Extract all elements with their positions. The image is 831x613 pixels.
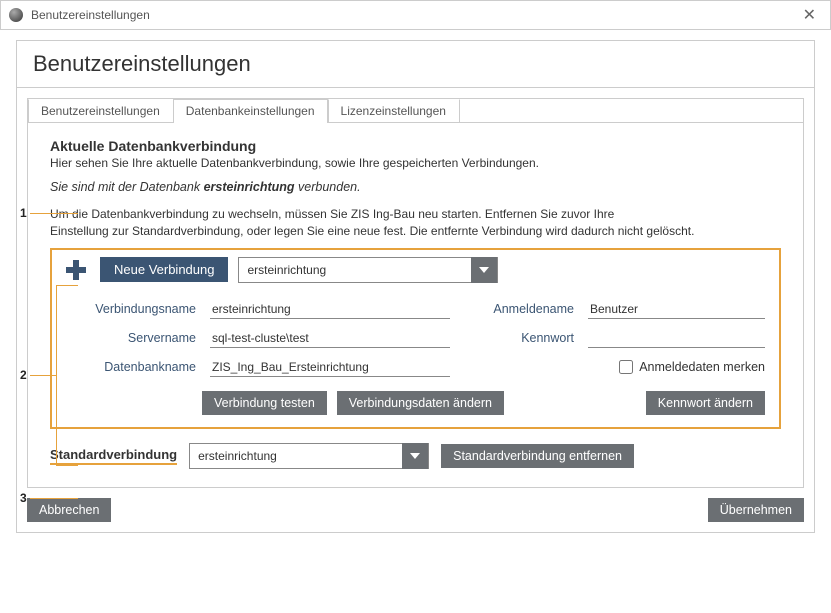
add-connection-button[interactable] — [62, 256, 90, 284]
tab-user-settings[interactable]: Benutzereinstellungen — [28, 99, 173, 122]
help-text: Um die Datenbankverbindung zu wechseln, … — [50, 206, 781, 240]
tab-strip: Benutzereinstellungen Datenbankeinstellu… — [28, 99, 803, 123]
remember-credentials-checkbox[interactable] — [619, 360, 633, 374]
new-connection-button[interactable]: Neue Verbindung — [100, 257, 228, 282]
status-post: verbunden. — [295, 180, 361, 194]
connection-dropdown-value: ersteinrichtung — [239, 263, 471, 277]
connection-form: Verbindungsname ersteinrichtung Anmelden… — [62, 290, 769, 381]
section-desc: Hier sehen Sie Ihre aktuelle Datenbankve… — [50, 156, 781, 170]
titlebar-text: Benutzereinstellungen — [31, 8, 797, 22]
value-servername: sql-test-cluste\test — [210, 329, 450, 348]
cancel-button[interactable]: Abbrechen — [27, 498, 111, 522]
edit-connection-button[interactable]: Verbindungsdaten ändern — [337, 391, 504, 415]
standard-connection-value: ersteinrichtung — [190, 449, 402, 463]
status-dbname: ersteinrichtung — [204, 180, 295, 194]
page-title: Benutzereinstellungen — [33, 51, 798, 77]
callout-1-line — [30, 213, 78, 214]
close-icon[interactable]: ✕ — [797, 5, 822, 25]
connection-box: Neue Verbindung ersteinrichtung Verbindu… — [50, 248, 781, 429]
callout-1: 1 — [20, 206, 27, 220]
connbox-head: Neue Verbindung ersteinrichtung — [62, 250, 769, 290]
callout-2: 2 — [20, 368, 27, 382]
standard-connection-dropdown[interactable]: ersteinrichtung — [189, 443, 429, 469]
label-verbindungsname: Verbindungsname — [66, 302, 196, 316]
callout-2-line-top — [56, 285, 78, 286]
header-band: Benutzereinstellungen — [17, 41, 814, 88]
callout-2-line-h — [30, 375, 56, 376]
tab-body: Aktuelle Datenbankverbindung Hier sehen … — [28, 124, 803, 487]
value-datenbankname: ZIS_Ing_Bau_Ersteinrichtung — [210, 358, 450, 377]
app-icon — [9, 8, 23, 22]
standard-connection-label: Standardverbindung — [50, 447, 177, 465]
value-anmeldename: Benutzer — [588, 300, 765, 319]
callout-2-line-v — [56, 285, 57, 465]
chevron-down-icon[interactable] — [471, 257, 497, 283]
callout-3-line — [30, 498, 78, 499]
inner-panel: Benutzereinstellungen Datenbankeinstellu… — [27, 98, 804, 488]
label-kennwort: Kennwort — [464, 331, 574, 345]
label-servername: Servername — [66, 331, 196, 345]
remember-credentials-label: Anmeldedaten merken — [639, 360, 765, 374]
callout-2-line-bot — [56, 465, 78, 466]
input-kennwort[interactable] — [588, 329, 765, 348]
value-verbindungsname: ersteinrichtung — [210, 300, 450, 319]
connection-dropdown[interactable]: ersteinrichtung — [238, 257, 498, 283]
section-title: Aktuelle Datenbankverbindung — [50, 138, 781, 154]
remove-standard-connection-button[interactable]: Standardverbindung entfernen — [441, 444, 634, 468]
label-anmeldename: Anmeldename — [464, 302, 574, 316]
callout-3: 3 — [20, 491, 27, 505]
titlebar: Benutzereinstellungen ✕ — [0, 0, 831, 30]
tab-db-settings[interactable]: Datenbankeinstellungen — [173, 99, 328, 122]
connection-status: Sie sind mit der Datenbank ersteinrichtu… — [50, 180, 781, 194]
change-password-button[interactable]: Kennwort ändern — [646, 391, 765, 415]
tab-license-settings[interactable]: Lizenzeinstellungen — [328, 99, 459, 122]
connection-button-row: Verbindung testen Verbindungsdaten änder… — [62, 381, 769, 415]
footer: Abbrechen Übernehmen — [27, 498, 804, 522]
outer-panel: Benutzereinstellungen Benutzereinstellun… — [16, 40, 815, 533]
plus-icon — [64, 258, 88, 282]
apply-button[interactable]: Übernehmen — [708, 498, 804, 522]
chevron-down-icon[interactable] — [402, 443, 428, 469]
label-datenbankname: Datenbankname — [66, 360, 196, 374]
test-connection-button[interactable]: Verbindung testen — [202, 391, 327, 415]
standard-connection-row: Standardverbindung ersteinrichtung Stand… — [50, 443, 781, 469]
status-pre: Sie sind mit der Datenbank — [50, 180, 204, 194]
